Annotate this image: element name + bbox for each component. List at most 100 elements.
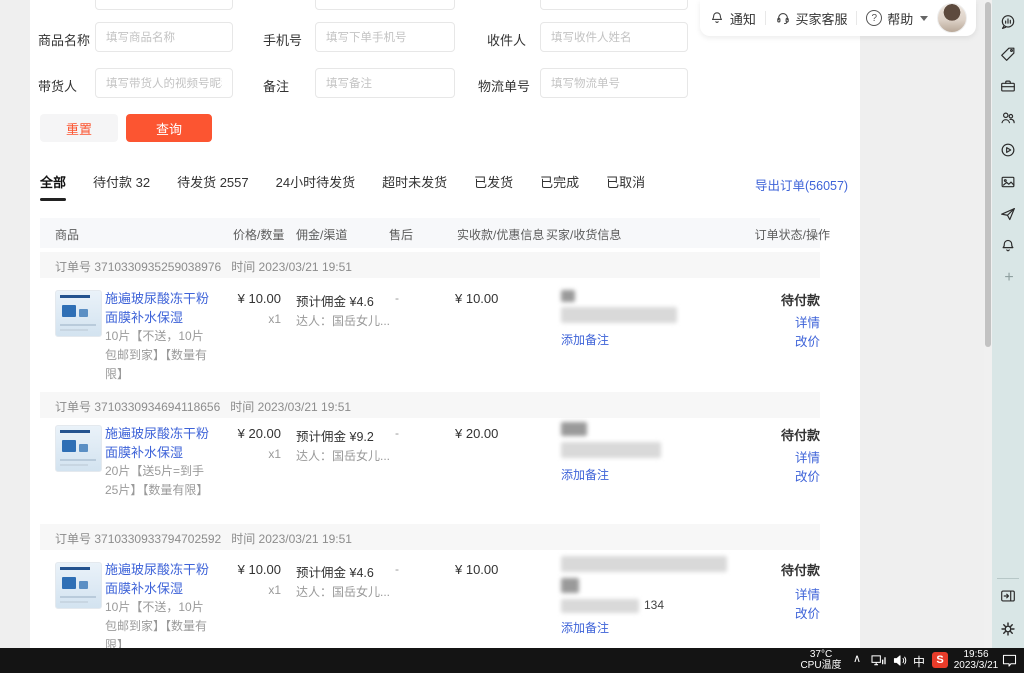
reset-button[interactable]: 重置 (40, 114, 118, 142)
aftersale-value: - (395, 562, 399, 576)
tray-chevron-icon[interactable]: ∧ (853, 652, 861, 665)
collapse-panel-icon[interactable] (999, 587, 1017, 605)
buyer-redacted (561, 556, 727, 572)
clock-tray[interactable]: 19:562023/3/21 (952, 649, 1000, 671)
tab-overdue[interactable]: 超时未发货 (382, 172, 447, 191)
detail-link[interactable]: 详情 (720, 584, 820, 603)
commission-line: 预计佣金 ¥4.6 (296, 291, 374, 310)
export-orders-link[interactable]: 导出订单(56057) (755, 175, 848, 194)
tab-24h-pending[interactable]: 24小时待发货 (276, 172, 355, 191)
sidebar-divider (997, 578, 1019, 579)
active-tab-underline (40, 198, 66, 201)
col-aftersale: 售后 (389, 226, 413, 243)
gallery-icon[interactable] (999, 173, 1017, 191)
order-no-label: 订单号 (55, 260, 91, 274)
order-management-screen: 商品名称 手机号 收件人 带货人 备注 物流单号 重置 查询 全部 待付款 32… (0, 0, 1024, 673)
order-no-label: 订单号 (55, 532, 91, 546)
tab-completed[interactable]: 已完成 (540, 172, 579, 191)
promoter-input[interactable] (95, 68, 233, 98)
cutoff-input-2[interactable] (315, 0, 455, 10)
product-spec: 10片【不送，10片包邮到家】【数量有限】 (105, 327, 211, 384)
order-group-header: 订单号 3710330935259038976 时间 2023/03/21 19… (40, 252, 820, 278)
recipient-input[interactable] (540, 22, 688, 52)
tab-cancelled[interactable]: 已取消 (606, 172, 645, 191)
sogou-icon[interactable]: S (932, 652, 948, 668)
product-image[interactable] (55, 290, 102, 337)
product-name-input[interactable] (95, 22, 233, 52)
order-no: 3710330933794702592 (94, 532, 221, 546)
send-icon[interactable] (999, 205, 1017, 223)
buyer-redacted (561, 290, 575, 302)
tab-pending-payment[interactable]: 待付款 32 (93, 172, 150, 191)
bell-icon[interactable] (999, 237, 1017, 255)
order-price: ¥ 10.00 (211, 291, 281, 306)
order-time: 2023/03/21 19:51 (258, 400, 351, 414)
tracking-input[interactable] (540, 68, 688, 98)
query-button[interactable]: 查询 (126, 114, 212, 142)
remark-input[interactable] (315, 68, 455, 98)
product-name-link[interactable]: 施遍玻尿酸冻干粉面膜补水保湿 (105, 289, 217, 327)
paid-amount: ¥ 20.00 (455, 426, 498, 441)
help-label: 帮助 (887, 9, 913, 28)
order-price: ¥ 10.00 (211, 562, 281, 577)
cpu-temp-tray[interactable]: 37°CCPU温度 (795, 649, 847, 671)
notifications-button[interactable]: 通知 (709, 9, 756, 28)
team-icon[interactable] (999, 109, 1017, 127)
product-name-link[interactable]: 施遍玻尿酸冻干粉面膜补水保湿 (105, 424, 217, 462)
channel-line: 达人：国岳女儿... (296, 447, 390, 464)
aftersale-value: - (395, 426, 399, 440)
tab-shipped[interactable]: 已发货 (474, 172, 513, 191)
detail-link[interactable]: 详情 (720, 312, 820, 331)
toolbox-icon[interactable] (999, 77, 1017, 95)
detail-link[interactable]: 详情 (720, 447, 820, 466)
network-icon[interactable] (871, 654, 886, 667)
tab-pending-shipment[interactable]: 待发货 2557 (177, 172, 249, 191)
promoter-label: 带货人 (38, 76, 77, 95)
headset-icon (775, 10, 791, 26)
reprice-link[interactable]: 改价 (720, 331, 820, 350)
action-center-icon[interactable] (1002, 654, 1017, 667)
paid-amount: ¥ 10.00 (455, 562, 498, 577)
product-image[interactable] (55, 562, 102, 609)
recipient-label: 收件人 (487, 30, 526, 49)
scrollbar-thumb[interactable] (985, 2, 991, 347)
speaker-icon[interactable] (893, 654, 908, 667)
order-price: ¥ 20.00 (211, 426, 281, 441)
add-note-link[interactable]: 添加备注 (561, 331, 609, 348)
commission-line: 预计佣金 ¥4.6 (296, 562, 374, 581)
user-avatar[interactable] (937, 3, 967, 33)
reprice-link[interactable]: 改价 (720, 466, 820, 485)
service-label: 买家客服 (796, 9, 848, 28)
order-tabs: 全部 待付款 32 待发货 2557 24小时待发货 超时未发货 已发货 已完成… (40, 172, 645, 191)
chat-analytics-icon[interactable] (999, 13, 1017, 31)
tab-all[interactable]: 全部 (40, 172, 66, 191)
product-name-link[interactable]: 施遍玻尿酸冻干粉面膜补水保湿 (105, 560, 217, 598)
cutoff-input-1[interactable] (95, 0, 233, 10)
order-group-header: 订单号 3710330933794702592 时间 2023/03/21 19… (40, 524, 820, 550)
order-status: 待付款 (720, 560, 820, 579)
ime-indicator[interactable]: 中 (913, 653, 925, 670)
tag-icon[interactable] (999, 45, 1017, 63)
cutoff-input-3[interactable] (540, 0, 688, 10)
add-note-link[interactable]: 添加备注 (561, 619, 609, 636)
product-image[interactable] (55, 425, 102, 472)
buyer-service-button[interactable]: 买家客服 (775, 9, 848, 28)
order-status: 待付款 (720, 425, 820, 444)
order-group-header: 订单号 3710330934694118656 时间 2023/03/21 19… (40, 392, 820, 418)
tracking-label: 物流单号 (478, 76, 530, 95)
channel-line: 达人：国岳女儿... (296, 312, 390, 329)
help-button[interactable]: ? 帮助 (866, 9, 928, 28)
order-no-label: 订单号 (55, 400, 91, 414)
time-label: 时间 (231, 532, 255, 546)
buyer-redacted (561, 307, 677, 323)
reprice-link[interactable]: 改价 (720, 603, 820, 622)
settings-gear-icon[interactable] (999, 620, 1017, 638)
buyer-fragment: 134 (644, 598, 664, 612)
phone-input[interactable] (315, 22, 455, 52)
add-note-link[interactable]: 添加备注 (561, 466, 609, 483)
add-icon[interactable]: + (1001, 270, 1017, 286)
product-spec: 10片【不送，10片包邮到家】【数量有限】 (105, 598, 211, 648)
phone-label: 手机号 (263, 30, 302, 49)
media-play-icon[interactable] (999, 141, 1017, 159)
order-time: 2023/03/21 19:51 (259, 532, 352, 546)
